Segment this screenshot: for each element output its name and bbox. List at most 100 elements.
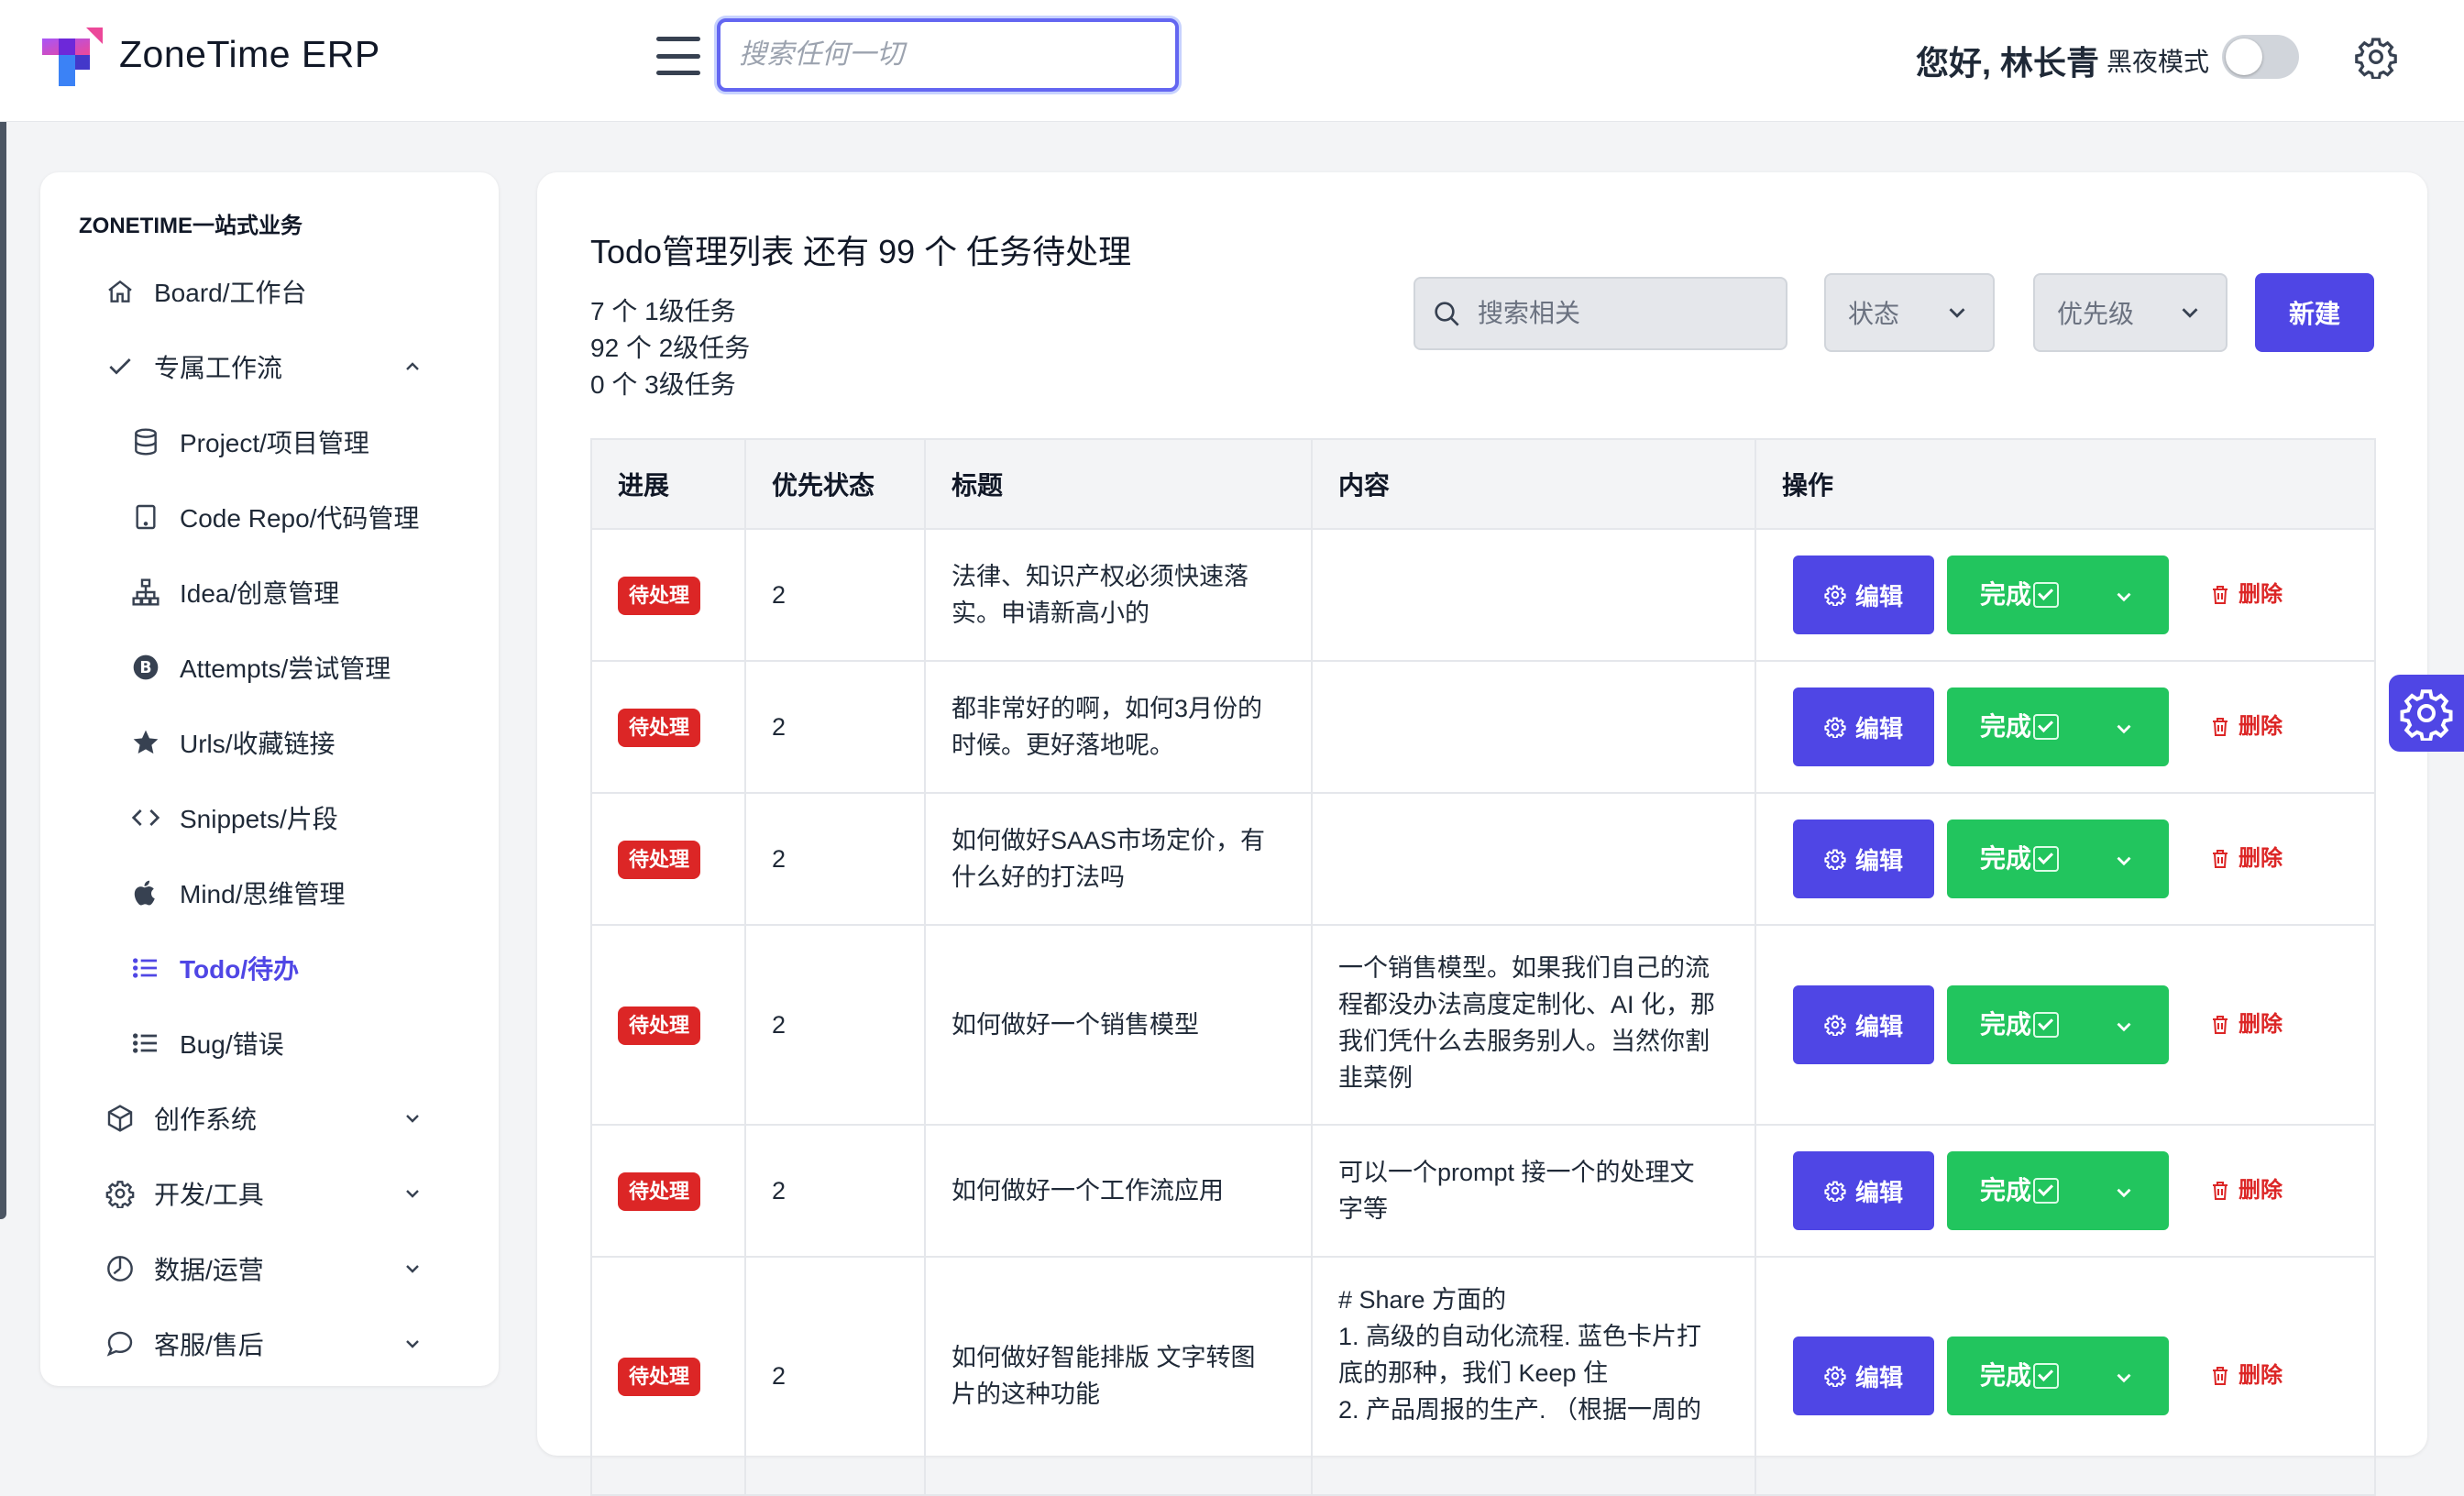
top-header: ZoneTime ERP 您好, 林长青 黑夜模式 bbox=[0, 0, 2464, 122]
edit-button[interactable]: 编辑 bbox=[1793, 688, 1934, 766]
column-header-priority: 优先状态 bbox=[744, 438, 926, 530]
chevron-down-icon[interactable] bbox=[2112, 1015, 2136, 1039]
sidebar-item-attempts[interactable]: B Attempts/尝试管理 bbox=[130, 640, 390, 695]
cell-progress: 待处理 bbox=[590, 1124, 746, 1258]
trash-icon bbox=[2213, 850, 2228, 868]
hamburger-bar bbox=[656, 53, 700, 59]
gear-icon bbox=[104, 1178, 136, 1209]
sidebar-item-todo[interactable]: Todo/待办 bbox=[130, 940, 299, 996]
task-search-input[interactable] bbox=[1476, 298, 1773, 329]
title-line: 如何做好一个工作流应用 bbox=[952, 1177, 1224, 1204]
chevron-down-icon[interactable] bbox=[2112, 717, 2136, 741]
sidebar-item-dev-tools[interactable]: 开发/工具 bbox=[104, 1166, 490, 1221]
svg-text:B: B bbox=[139, 659, 151, 677]
delete-button[interactable]: 删除 bbox=[2209, 1006, 2282, 1043]
column-header-content: 内容 bbox=[1311, 438, 1756, 530]
delete-label: 删除 bbox=[2238, 1178, 2282, 1203]
delete-button[interactable]: 删除 bbox=[2209, 577, 2282, 613]
sidebar-item-label: Urls/收藏链接 bbox=[180, 730, 336, 758]
title-line: 什么好的打法吗 bbox=[952, 864, 1125, 891]
delete-button[interactable]: 删除 bbox=[2209, 709, 2282, 745]
edit-button[interactable]: 编辑 bbox=[1793, 1151, 1934, 1230]
list-icon bbox=[130, 952, 161, 984]
cell-content bbox=[1311, 660, 1756, 794]
chevron-down-icon[interactable] bbox=[2112, 849, 2136, 873]
complete-button[interactable]: 完成 bbox=[1947, 688, 2169, 766]
chevron-down-icon bbox=[2182, 308, 2198, 318]
edit-button[interactable]: 编辑 bbox=[1793, 820, 1934, 898]
complete-label: 完成 bbox=[1980, 844, 2032, 873]
gear-icon bbox=[2400, 689, 2453, 741]
complete-button[interactable]: 完成 bbox=[1947, 1336, 2169, 1415]
delete-button[interactable]: 删除 bbox=[2209, 841, 2282, 877]
sidebar-item-urls[interactable]: Urls/收藏链接 bbox=[130, 715, 336, 770]
sidebar-item-board[interactable]: Board/工作台 bbox=[104, 264, 307, 319]
edit-button[interactable]: 编辑 bbox=[1793, 985, 1934, 1064]
search-icon bbox=[1435, 302, 1459, 326]
gear-icon bbox=[1824, 585, 1846, 606]
cell-actions: 编辑 完成 删除 bbox=[1754, 924, 2376, 1126]
menu-toggle-button[interactable] bbox=[656, 37, 700, 75]
trash-icon bbox=[2213, 1182, 2228, 1200]
title-line: 如何做好SAAS市场定价，有 bbox=[952, 827, 1266, 854]
complete-button[interactable]: 完成 bbox=[1947, 985, 2169, 1064]
priority-select[interactable]: 优先级 bbox=[2033, 273, 2228, 352]
task-search-box[interactable] bbox=[1414, 277, 1788, 350]
sidebar-item-code-repo[interactable]: Code Repo/代码管理 bbox=[130, 490, 419, 544]
row-actions: 编辑 完成 删除 bbox=[1793, 556, 2348, 634]
cell-title: 如何做好SAAS市场定价，有 什么好的打法吗 bbox=[924, 792, 1313, 926]
table-row: 待处理 2 如何做好一个工作流应用 可以一个prompt 接一个的处理文 字等 编… bbox=[590, 1124, 2376, 1258]
settings-gear-icon[interactable] bbox=[2354, 35, 2398, 79]
complete-button[interactable]: 完成 bbox=[1947, 820, 2169, 898]
sidebar-item-creation[interactable]: 创作系统 bbox=[104, 1091, 490, 1146]
sidebar-item-mind[interactable]: Mind/思维管理 bbox=[130, 865, 345, 920]
check-icon bbox=[104, 351, 136, 382]
dark-mode-toggle[interactable] bbox=[2222, 35, 2299, 79]
global-search-input[interactable] bbox=[717, 18, 1179, 92]
sidebar-item-support[interactable]: 客服/售后 bbox=[104, 1316, 490, 1371]
delete-label: 删除 bbox=[2238, 714, 2282, 739]
gear-icon bbox=[1824, 1366, 1846, 1387]
chevron-down-icon[interactable] bbox=[2112, 1366, 2136, 1390]
priority-select-value: 优先级 bbox=[2057, 300, 2135, 328]
trash-icon bbox=[2213, 718, 2228, 736]
zonetime-logo-icon bbox=[42, 28, 103, 86]
check-mark-icon bbox=[2033, 1178, 2060, 1204]
hamburger-bar bbox=[656, 71, 700, 75]
edit-label: 编辑 bbox=[1854, 1363, 1903, 1392]
chat-icon bbox=[104, 1328, 136, 1359]
new-task-button[interactable]: 新建 bbox=[2255, 273, 2374, 352]
sidebar-item-snippets[interactable]: Snippets/片段 bbox=[130, 790, 338, 845]
stat-level-1: 7 个 1级任务 bbox=[590, 297, 736, 325]
sidebar-item-project[interactable]: Project/项目管理 bbox=[130, 414, 369, 469]
sidebar-item-workflow[interactable]: 专属工作流 bbox=[104, 339, 490, 394]
edit-button[interactable]: 编辑 bbox=[1793, 1336, 1934, 1415]
sidebar-item-label: Board/工作台 bbox=[154, 279, 307, 307]
floating-settings-button[interactable] bbox=[2389, 675, 2464, 752]
complete-button[interactable]: 完成 bbox=[1947, 556, 2169, 634]
content-line: 可以一个prompt 接一个的处理文 bbox=[1338, 1159, 1695, 1186]
sidebar-item-label: Code Repo/代码管理 bbox=[180, 504, 420, 533]
content-line: 字等 bbox=[1338, 1195, 1388, 1223]
complete-button[interactable]: 完成 bbox=[1947, 1151, 2169, 1230]
delete-button[interactable]: 删除 bbox=[2209, 1358, 2282, 1394]
edit-button[interactable]: 编辑 bbox=[1793, 556, 1934, 634]
status-select[interactable]: 状态 bbox=[1824, 273, 1995, 352]
chevron-down-icon[interactable] bbox=[2112, 585, 2136, 609]
complete-label: 完成 bbox=[1980, 1361, 2032, 1390]
gear-icon bbox=[1824, 1181, 1846, 1202]
cell-progress: 待处理 bbox=[590, 660, 746, 794]
content-line: 韭菜例 bbox=[1338, 1064, 1413, 1092]
sidebar-item-data-ops[interactable]: 数据/运营 bbox=[104, 1241, 490, 1296]
check-mark-icon bbox=[2033, 714, 2060, 740]
chevron-down-icon[interactable] bbox=[2112, 1181, 2136, 1204]
title-line: 时候。更好落地呢。 bbox=[952, 732, 1174, 759]
chevron-down-icon bbox=[1949, 308, 1965, 318]
row-actions: 编辑 完成 删除 bbox=[1793, 1151, 2348, 1230]
delete-button[interactable]: 删除 bbox=[2209, 1172, 2282, 1209]
row-actions: 编辑 完成 删除 bbox=[1793, 688, 2348, 766]
sidebar-item-label: 开发/工具 bbox=[154, 1181, 264, 1209]
sidebar-item-idea[interactable]: Idea/创意管理 bbox=[130, 565, 339, 620]
edit-label: 编辑 bbox=[1854, 714, 1903, 742]
sidebar-item-bug[interactable]: Bug/错误 bbox=[130, 1016, 284, 1071]
